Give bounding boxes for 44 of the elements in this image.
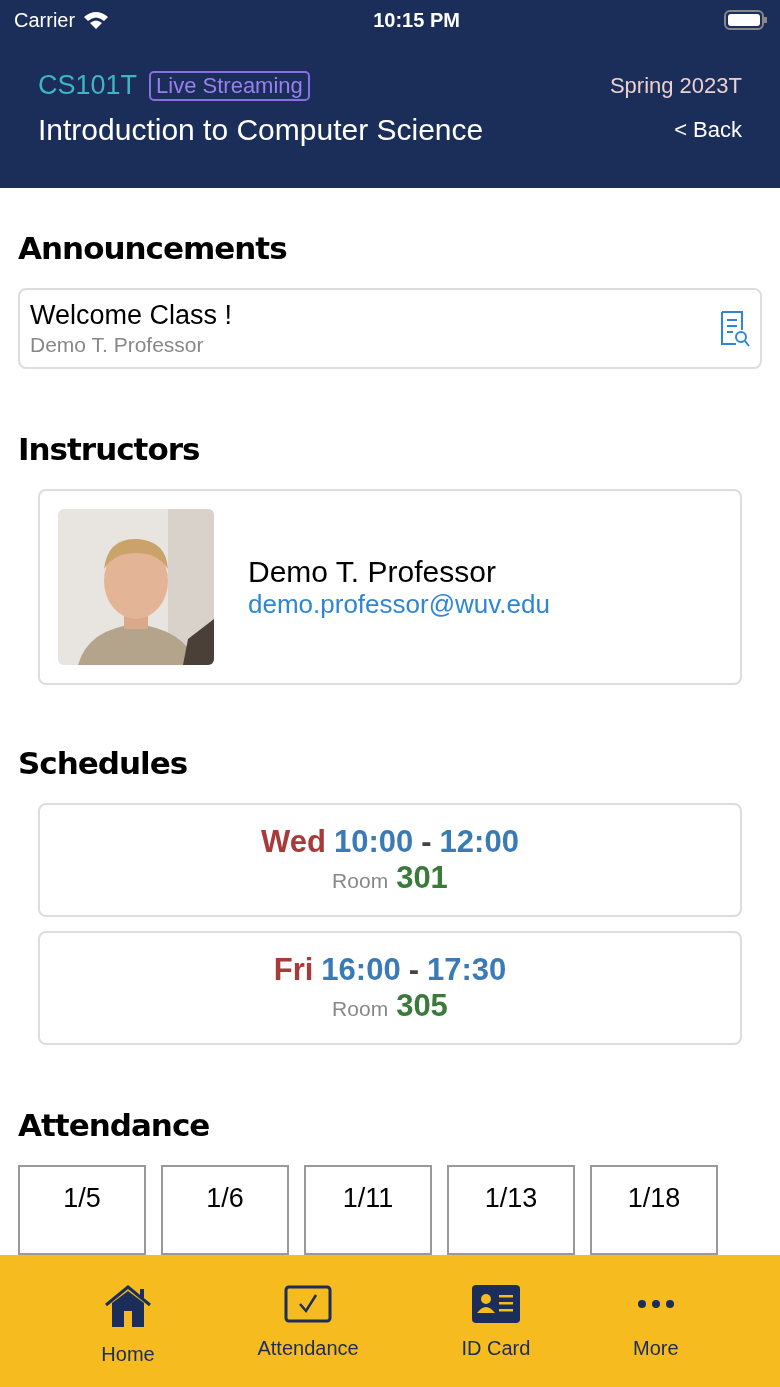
start-time: 10:00: [334, 824, 414, 860]
announcement-title: Welcome Class !: [30, 300, 234, 331]
tab-button[interactable]: Home: [95, 1255, 161, 1387]
schedule-day: Fri: [273, 952, 314, 988]
carrier-text: Carrier: [14, 8, 76, 32]
section-heading: Instructors: [18, 431, 201, 467]
end-time: 17:30: [426, 952, 507, 988]
section-heading: Schedules: [18, 745, 189, 781]
checkbox-icon: [284, 1285, 333, 1323]
start-time: 16:00: [321, 952, 401, 988]
tab-button[interactable]: ID Card: [455, 1255, 537, 1387]
time-dash: -: [408, 952, 419, 988]
end-time: 12:00: [439, 824, 519, 860]
term-text: Spring 2023T: [609, 72, 742, 99]
section-heading: Attendance: [18, 1107, 211, 1143]
attendance-date[interactable]: 1/5: [18, 1165, 146, 1255]
email-link[interactable]: demo.professor@wuv.edu: [248, 588, 550, 619]
course-title: Introduction to Computer Science: [38, 113, 484, 147]
more-icon: [635, 1300, 676, 1308]
tab-button[interactable]: Attendance: [251, 1255, 365, 1387]
attendance-date[interactable]: 1/6: [161, 1165, 289, 1255]
back-link[interactable]: < Back: [674, 117, 742, 143]
course-code: CS101T: [38, 70, 138, 101]
time-dash: -: [421, 824, 432, 860]
battery-icon: [724, 9, 768, 31]
announcement-author: Demo T. Professor: [30, 333, 205, 357]
wifi-icon: [83, 10, 110, 30]
room-label: Room: [332, 997, 389, 1021]
schedule-day: Wed: [261, 824, 326, 860]
attendance-date[interactable]: 1/13: [447, 1165, 575, 1255]
clock-text: 10:15 PM: [373, 8, 460, 32]
room-number: 305: [396, 988, 448, 1024]
room-label: Room: [332, 869, 389, 893]
tab-button[interactable]: More: [627, 1255, 685, 1387]
document-search-icon: [720, 309, 750, 348]
home-icon: [104, 1285, 153, 1329]
attendance-date[interactable]: 1/18: [590, 1165, 718, 1255]
live-badge: Live Streaming: [149, 70, 310, 101]
id-card-icon: [471, 1285, 520, 1323]
section-heading: Announcements: [18, 230, 288, 266]
attendance-date[interactable]: 1/11: [304, 1165, 432, 1255]
room-number: 301: [396, 860, 448, 896]
announcement-card[interactable]: Welcome Class ! Demo T. Professor: [18, 288, 762, 369]
instructor-name: Demo T. Professor: [248, 554, 497, 589]
